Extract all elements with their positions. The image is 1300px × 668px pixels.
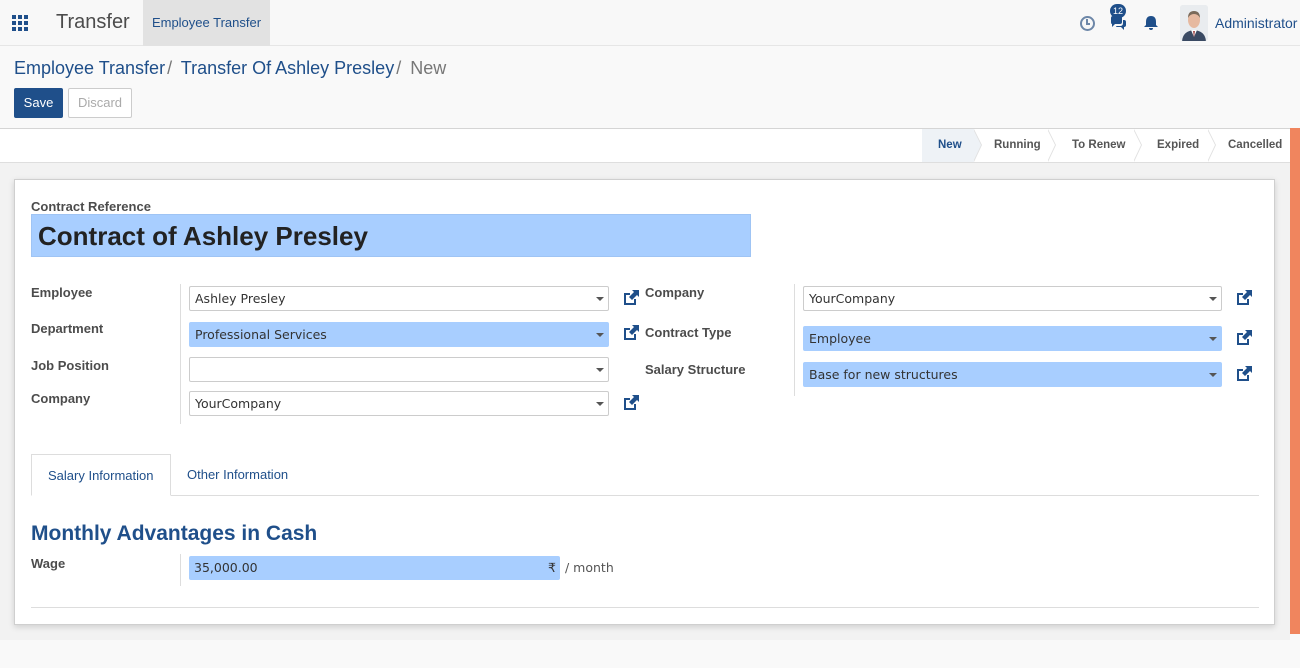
salary-structure-select[interactable]: Base for new structures [803, 362, 1222, 387]
chat-count-badge: 12 [1110, 4, 1126, 18]
breadcrumb-separator: / [167, 58, 173, 78]
breadcrumb-item-transfer-of-ashley-presley[interactable]: Transfer Of Ashley Presley [181, 58, 394, 78]
stage-running[interactable]: Running [978, 129, 1056, 162]
user-avatar[interactable] [1180, 5, 1208, 41]
external-link-icon[interactable] [1234, 288, 1254, 308]
wage-label: Wage [31, 556, 66, 571]
breadcrumb-item-employee-transfer[interactable]: Employee Transfer [14, 58, 165, 78]
chevron-down-icon [596, 333, 604, 337]
chevron-down-icon [1209, 337, 1217, 341]
wage-input[interactable]: 35,000.00 ₹ [189, 556, 560, 580]
notebook-tabs: Salary Information Other Information [31, 454, 1259, 496]
contract-reference-label: Contract Reference [31, 199, 151, 214]
form-view: New Running To Renew Expired Cancelled C… [0, 128, 1290, 640]
stage-to-renew[interactable]: To Renew [1056, 129, 1142, 162]
chevron-down-icon [596, 297, 604, 301]
stage-label: Running [994, 139, 1041, 151]
department-select[interactable]: Professional Services [189, 322, 609, 347]
stage-label: Cancelled [1228, 139, 1283, 151]
chat-icon[interactable] [1110, 16, 1127, 31]
external-link-icon[interactable] [621, 323, 641, 343]
stage-cancelled[interactable]: Cancelled [1212, 129, 1290, 162]
stage-expired[interactable]: Expired [1141, 129, 1216, 162]
status-bar: New Running To Renew Expired Cancelled [0, 129, 1290, 163]
contract-type-label: Contract Type [645, 325, 732, 340]
bell-icon[interactable] [1143, 15, 1159, 31]
discard-button[interactable]: Discard [68, 88, 132, 118]
wage-value: 35,000.00 [194, 560, 258, 575]
section-title: Monthly Advantages in Cash [31, 522, 318, 545]
contract-type-value: Employee [809, 331, 871, 346]
employee-select[interactable]: Ashley Presley [189, 286, 609, 311]
tab-salary-information[interactable]: Salary Information [31, 454, 171, 496]
company-label: Company [31, 391, 91, 406]
group-divider [180, 554, 181, 586]
stage-label: To Renew [1072, 139, 1126, 151]
company-value: YourCompany [195, 396, 282, 411]
right-company-label: Company [645, 285, 705, 300]
external-link-icon[interactable] [621, 288, 641, 308]
breadcrumb-current: New [410, 58, 447, 78]
job-position-label: Job Position [31, 358, 109, 373]
external-link-icon[interactable] [621, 393, 641, 413]
employee-label: Employee [31, 285, 93, 300]
department-value: Professional Services [195, 327, 327, 342]
company-select[interactable]: YourCompany [189, 391, 609, 416]
breadcrumb-separator: / [396, 58, 402, 78]
contract-type-select[interactable]: Employee [803, 326, 1222, 351]
wage-period: / month [565, 560, 614, 575]
contract-reference-input[interactable]: Contract of Ashley Presley [31, 214, 751, 257]
apps-grid-icon[interactable] [12, 15, 30, 31]
top-navbar: Transfer Employee Transfer 12 Administra… [0, 0, 1300, 46]
job-position-select[interactable] [189, 357, 609, 382]
stage-new[interactable]: New [922, 129, 982, 162]
external-link-icon[interactable] [1234, 364, 1254, 384]
group-divider [794, 284, 795, 396]
chevron-down-icon [596, 368, 604, 372]
chevron-down-icon [1209, 373, 1217, 377]
activity-clock-icon[interactable] [1080, 16, 1095, 31]
form-sheet: Contract Reference Contract of Ashley Pr… [14, 179, 1275, 625]
tab-other-information[interactable]: Other Information [171, 454, 304, 496]
app-title: Transfer [56, 11, 130, 33]
scrollbar[interactable] [1290, 128, 1300, 634]
user-name[interactable]: Administrator [1215, 15, 1297, 31]
chevron-down-icon [596, 402, 604, 406]
divider [31, 607, 1259, 608]
salary-structure-label: Salary Structure [645, 362, 746, 377]
department-label: Department [31, 321, 104, 336]
right-company-select[interactable]: YourCompany [803, 286, 1222, 311]
external-link-icon[interactable] [1234, 328, 1254, 348]
save-button[interactable]: Save [14, 88, 63, 118]
right-company-value: YourCompany [809, 291, 896, 306]
stage-label: Expired [1157, 139, 1200, 151]
stage-label: New [938, 139, 962, 151]
currency-symbol: ₹ [548, 560, 556, 575]
employee-value: Ashley Presley [195, 291, 286, 306]
breadcrumb: Employee Transfer / Transfer Of Ashley Pr… [14, 58, 446, 79]
chevron-down-icon [1209, 297, 1217, 301]
salary-structure-value: Base for new structures [809, 367, 958, 382]
menu-employee-transfer[interactable]: Employee Transfer [143, 0, 270, 46]
group-divider [180, 284, 181, 424]
